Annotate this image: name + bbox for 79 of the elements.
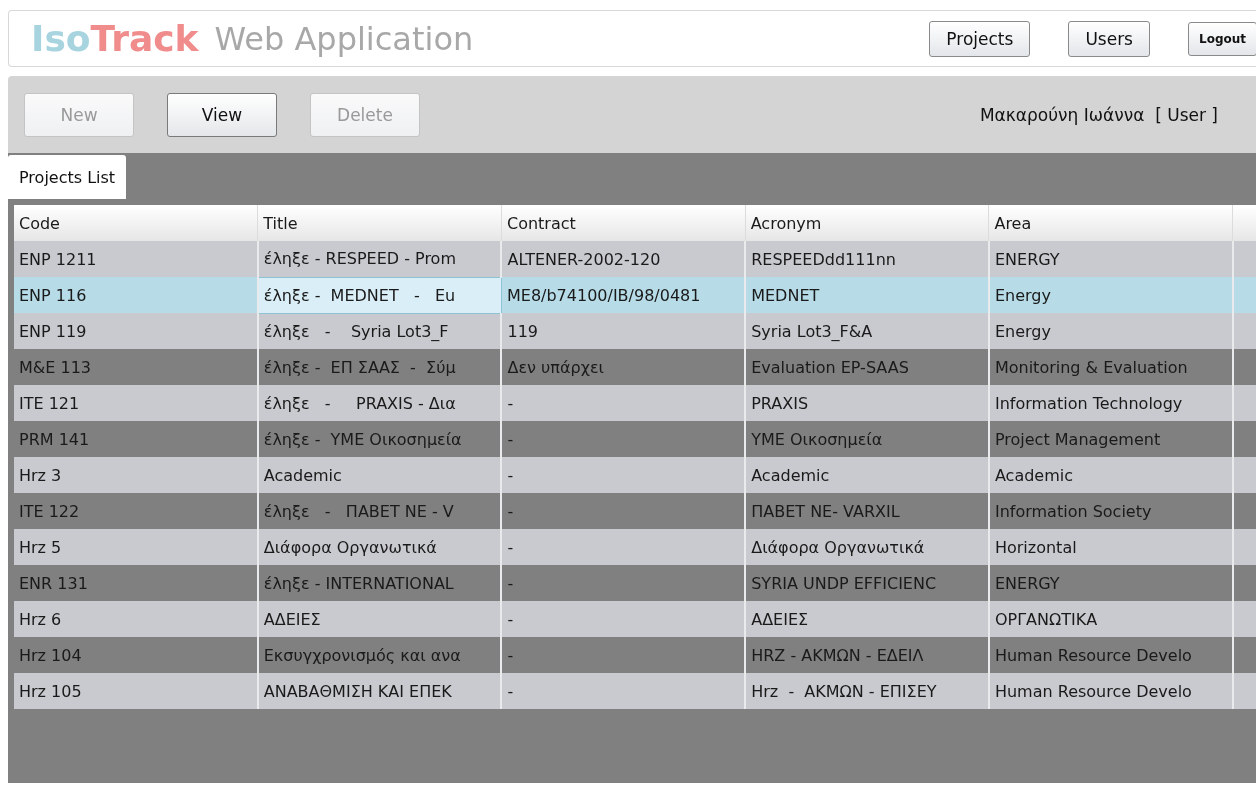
- user-label: Μακαρούνη Ιωάννα [ User ]: [979, 104, 1218, 125]
- table-cell: Energy: [988, 313, 1233, 349]
- table-cell: έληξε - RESPEED - Prom: [257, 241, 502, 277]
- table-cell: HRZ - ΑΚΜΩΝ - ΕΔΕΙΛ: [745, 637, 989, 673]
- table-cell: Evaluation EP-SAAS: [745, 349, 989, 385]
- table-cell: έληξε - ΥΜΕ Οικοσημεία: [257, 421, 502, 457]
- column-header[interactable]: Contract: [501, 205, 746, 241]
- table-cell: MEDNET: [745, 277, 989, 313]
- table-cell: ΑΔΕΙΕΣ: [257, 601, 502, 637]
- table-cell: Hrz 105: [14, 673, 258, 709]
- table-cell: ΥΜΕ Οικοσημεία: [745, 421, 989, 457]
- table-cell: Διάφορα Οργανωτικά: [257, 529, 502, 565]
- table-cell: -: [501, 421, 746, 457]
- table-cell: Hrz 3: [14, 457, 258, 493]
- table-cell: έληξε - INTERNATIONAL: [257, 565, 502, 601]
- table-cell: -: [501, 493, 746, 529]
- toolbar-button[interactable]: View: [167, 92, 277, 137]
- table-cell: Εκσυγχρονισμός και ανα: [257, 637, 502, 673]
- table-cell: PRAXIS: [745, 385, 989, 421]
- table-cell: έληξε - PRAXIS - Δια: [257, 385, 502, 421]
- app-title: Web Application: [214, 19, 475, 58]
- table-cell: Hrz - ΑΚΜΩΝ - ΕΠΙΣΕΥ: [745, 673, 989, 709]
- table-cell: Project Management: [988, 421, 1233, 457]
- table-cell: έληξε - ΠΑΒΕΤ ΝΕ - V: [257, 493, 502, 529]
- nav-button[interactable]: Users: [1068, 20, 1150, 57]
- table-cell: Hrz 104: [14, 637, 258, 673]
- table-cell: έληξε - ΕΠ ΣΑΑΣ - Σύμ: [257, 349, 502, 385]
- table-cell: ME8/b74100/IB/98/0481: [501, 277, 746, 313]
- table-cell: ENP 116: [14, 277, 258, 313]
- table-cell: ENR 131: [14, 565, 258, 601]
- table-cell: ENP 119: [14, 313, 258, 349]
- table-cell: έληξε - Syria Lot3_F: [257, 313, 502, 349]
- table-cell: Human Resource Develo: [988, 673, 1233, 709]
- table-cell: -: [501, 565, 746, 601]
- table-cell: ALTENER-2002-120: [501, 241, 746, 277]
- table-cell: ENP 1211: [14, 241, 258, 277]
- table-cell: -: [501, 529, 746, 565]
- table-cell: ITE 121: [14, 385, 258, 421]
- table-cell: Hrz 5: [14, 529, 258, 565]
- table-cell: -: [501, 385, 746, 421]
- column-header[interactable]: Acronym: [745, 205, 989, 241]
- column-header[interactable]: Area: [988, 205, 1233, 241]
- table-cell: ΑΝΑΒΑΘΜΙΣΗ ΚΑΙ ΕΠΕΚ: [257, 673, 502, 709]
- logout-button[interactable]: Logout: [1188, 21, 1256, 56]
- table-cell: Διάφορα Οργανωτικά: [745, 529, 989, 565]
- table-cell: Human Resource Develo: [988, 637, 1233, 673]
- tab[interactable]: Projects List: [8, 155, 127, 199]
- table-cell: PRM 141: [14, 421, 258, 457]
- logo-text: Track: [90, 18, 199, 59]
- table-cell: -: [501, 673, 746, 709]
- table-cell: 119: [501, 313, 746, 349]
- table-cell: Horizontal: [988, 529, 1233, 565]
- column-header[interactable]: Code: [14, 205, 258, 241]
- table-cell: ENERGY: [988, 565, 1233, 601]
- table-cell: Syria Lot3_F&A: [745, 313, 989, 349]
- table-cell: Hrz 6: [14, 601, 258, 637]
- table-cell: ITE 122: [14, 493, 258, 529]
- table-cell: έληξε - MEDNET - Eu: [257, 277, 502, 313]
- table-cell: SYRIA UNDP EFFICIENC: [745, 565, 989, 601]
- table-cell: M&E 113: [14, 349, 258, 385]
- table-cell: Academic: [257, 457, 502, 493]
- table-cell: -: [501, 457, 746, 493]
- table-cell: Energy: [988, 277, 1233, 313]
- table-cell: ΟΡΓΑΝΩΤΙΚΑ: [988, 601, 1233, 637]
- table-cell: ENERGY: [988, 241, 1233, 277]
- nav-button[interactable]: Projects: [929, 20, 1031, 57]
- table-cell: Academic: [988, 457, 1233, 493]
- table-cell: ΑΔΕΙΕΣ: [745, 601, 989, 637]
- table-cell: Academic: [745, 457, 989, 493]
- table-cell: -: [501, 601, 746, 637]
- table-cell: Information Technology: [988, 385, 1233, 421]
- table-cell: ΠΑΒΕΤ ΝΕ- VARXIL: [745, 493, 989, 529]
- column-header[interactable]: Title: [257, 205, 502, 241]
- logo-text: Iso: [31, 18, 91, 59]
- table-cell: RESPEEDdd111nn: [745, 241, 989, 277]
- table-cell: -: [501, 637, 746, 673]
- table-cell: Monitoring & Evaluation: [988, 349, 1233, 385]
- table-cell: Information Society: [988, 493, 1233, 529]
- table-cell: Δεν υπάρχει: [501, 349, 746, 385]
